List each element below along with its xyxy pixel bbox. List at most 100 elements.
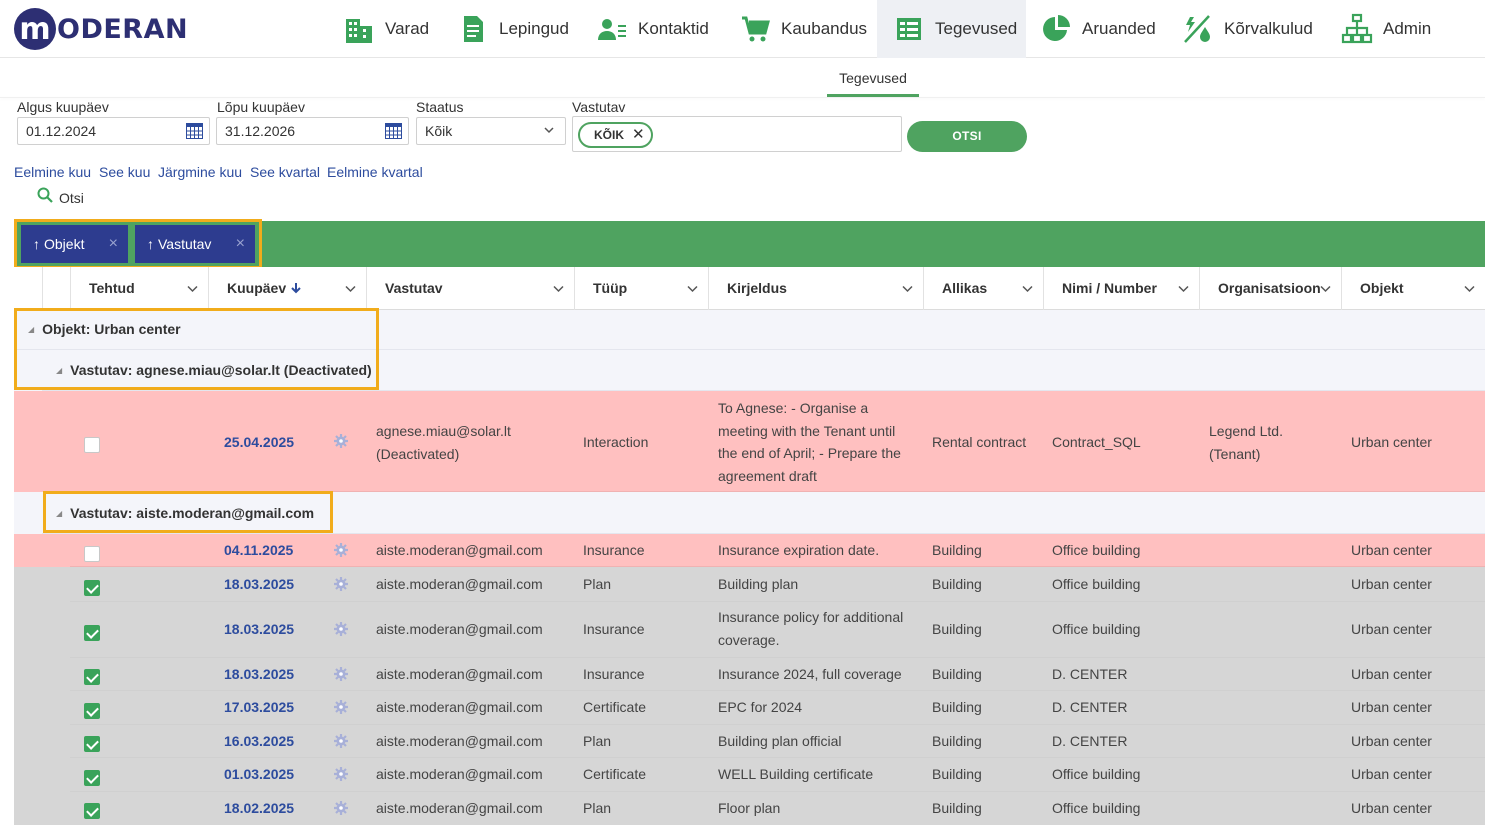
chevron-down-icon[interactable]: [1320, 283, 1331, 294]
column-title: Organisatsioon: [1218, 280, 1321, 296]
column-header-nimi-number[interactable]: Nimi / Number: [1043, 267, 1199, 310]
chevron-down-icon[interactable]: [902, 283, 913, 294]
table-row[interactable]: 25.04.2025 agnese.miau@solar.lt (Deactiva…: [70, 391, 1485, 492]
date-link[interactable]: 16.03.2025: [224, 730, 294, 753]
quick-link-this-month[interactable]: See kuu: [99, 164, 150, 180]
gear-icon[interactable]: [334, 543, 348, 557]
cart-icon: [739, 13, 771, 45]
calendar-icon[interactable]: [385, 123, 402, 139]
end-date-field[interactable]: 31.12.2026: [216, 117, 409, 145]
description-cell: Insurance policy for additional coverage.: [718, 606, 903, 651]
done-checkbox-checked[interactable]: [84, 580, 100, 596]
chevron-down-icon[interactable]: [345, 283, 356, 294]
type-cell: Interaction: [583, 434, 649, 450]
desc-line: coverage.: [718, 631, 780, 648]
advanced-search-link[interactable]: Otsi: [37, 187, 84, 206]
desc-line: agreement draft: [718, 467, 817, 484]
start-date-field[interactable]: 01.12.2024: [17, 117, 210, 145]
nav-item-varad[interactable]: Varad: [327, 0, 445, 58]
quick-link-previous-quarter[interactable]: Eelmine kvartal: [327, 164, 423, 180]
chevron-down-icon[interactable]: [553, 283, 564, 294]
column-header-kirjeldus[interactable]: Kirjeldus: [708, 267, 923, 310]
chevron-down-icon[interactable]: [187, 283, 198, 294]
nav-item-korvalkulud[interactable]: Kõrvalkulud: [1166, 0, 1329, 58]
date-link[interactable]: 04.11.2025: [224, 539, 293, 562]
column-header-objekt[interactable]: Objekt: [1341, 267, 1485, 310]
type-cell: Certificate: [583, 699, 647, 715]
done-checkbox-checked[interactable]: [84, 625, 100, 641]
gear-icon[interactable]: [334, 577, 348, 591]
quick-link-previous-month[interactable]: Eelmine kuu: [14, 164, 91, 180]
column-header-allikas[interactable]: Allikas: [923, 267, 1043, 310]
description-cell: EPC for 2024: [718, 699, 803, 715]
name-number-cell: D. CENTER: [1052, 733, 1128, 749]
done-checkbox-checked[interactable]: [84, 803, 100, 819]
responsible-cell: aiste.moderan@gmail.com: [376, 542, 543, 558]
column-header-tehtud[interactable]: Tehtud: [70, 267, 208, 310]
gear-icon[interactable]: [334, 700, 348, 714]
chevron-down-icon[interactable]: [1178, 283, 1189, 294]
chevron-down-icon[interactable]: [687, 283, 698, 294]
highlight-grouping-chips: [14, 219, 262, 269]
date-link[interactable]: 01.03.2025: [224, 763, 294, 786]
table-row[interactable]: 18.03.2025 aiste.moderan@gmail.com Insur…: [70, 602, 1485, 658]
calendar-icon[interactable]: [186, 123, 203, 139]
moderan-logo[interactable]: m ODERAN: [14, 8, 188, 50]
done-checkbox[interactable]: [84, 546, 100, 562]
column-header-organisatsioon[interactable]: Organisatsioon: [1199, 267, 1341, 310]
desc-line: the end of April; - Prepare the: [718, 445, 901, 461]
date-link[interactable]: 25.04.2025: [224, 431, 294, 454]
description-cell: Building plan: [718, 576, 799, 592]
done-checkbox-checked[interactable]: [84, 669, 100, 685]
chevron-down-icon[interactable]: [1022, 283, 1033, 294]
nav-item-lepingud[interactable]: Lepingud: [441, 0, 585, 58]
gear-icon[interactable]: [334, 734, 348, 748]
column-header-kuupaev[interactable]: Kuupäev: [208, 267, 366, 310]
name-number-cell: Office building: [1052, 766, 1141, 782]
quick-link-this-quarter[interactable]: See kvartal: [250, 164, 320, 180]
done-checkbox[interactable]: [84, 437, 100, 453]
chevron-down-icon[interactable]: [1464, 283, 1475, 294]
utilities-icon: [1182, 13, 1214, 45]
name-number-cell: D. CENTER: [1052, 699, 1128, 715]
description-cell: WELL Building certificate: [718, 766, 874, 782]
column-header-tuup[interactable]: Tüüp: [574, 267, 708, 310]
gear-icon[interactable]: [334, 801, 348, 815]
chip-remove-icon[interactable]: ✕: [632, 124, 645, 146]
gear-icon[interactable]: [334, 767, 348, 781]
gear-icon[interactable]: [334, 667, 348, 681]
name-number-cell: Office building: [1052, 800, 1141, 816]
nav-item-aruanded[interactable]: Aruanded: [1024, 0, 1172, 58]
nav-item-admin[interactable]: Admin: [1325, 0, 1447, 58]
table-row[interactable]: 18.03.2025 aiste.moderan@gmail.com Insur…: [70, 658, 1485, 691]
date-link[interactable]: 17.03.2025: [224, 696, 294, 719]
nav-item-kontaktid[interactable]: Kontaktid: [580, 0, 725, 58]
table-row[interactable]: 04.11.2025 aiste.moderan@gmail.com Insur…: [70, 534, 1485, 567]
table-row[interactable]: 16.03.2025 aiste.moderan@gmail.com Plan …: [70, 725, 1485, 758]
nav-item-kaubandus[interactable]: Kaubandus: [723, 0, 883, 58]
quick-link-next-month[interactable]: Järgmine kuu: [158, 164, 242, 180]
gear-icon[interactable]: [334, 434, 348, 448]
table-row[interactable]: 17.03.2025 aiste.moderan@gmail.com Certi…: [70, 691, 1485, 725]
table-row[interactable]: 18.03.2025 aiste.moderan@gmail.com Plan …: [70, 567, 1485, 602]
done-checkbox-checked[interactable]: [84, 703, 100, 719]
date-link[interactable]: 18.02.2025: [224, 797, 294, 820]
table-row[interactable]: 18.02.2025 aiste.moderan@gmail.com Plan …: [70, 792, 1485, 825]
nav-item-tegevused[interactable]: Tegevused: [877, 0, 1026, 58]
date-link[interactable]: 18.03.2025: [224, 573, 294, 596]
table-row[interactable]: 01.03.2025 aiste.moderan@gmail.com Certi…: [70, 758, 1485, 792]
responsible-multiselect[interactable]: KÕIK ✕: [572, 116, 902, 152]
nav-label: Kõrvalkulud: [1224, 19, 1313, 38]
subtab-tegevused[interactable]: Tegevused: [827, 64, 919, 97]
desc-line: Insurance policy for additional: [718, 609, 904, 625]
object-cell: Urban center: [1351, 766, 1432, 782]
column-header-vastutav[interactable]: Vastutav: [366, 267, 574, 310]
gear-icon[interactable]: [334, 622, 348, 636]
date-link[interactable]: 18.03.2025: [224, 663, 294, 686]
search-button[interactable]: OTSI: [907, 121, 1027, 152]
status-select[interactable]: Kõik: [416, 117, 566, 145]
responsible-chip-all[interactable]: KÕIK ✕: [578, 122, 653, 148]
done-checkbox-checked[interactable]: [84, 736, 100, 752]
date-link[interactable]: 18.03.2025: [224, 618, 294, 641]
done-checkbox-checked[interactable]: [84, 770, 100, 786]
